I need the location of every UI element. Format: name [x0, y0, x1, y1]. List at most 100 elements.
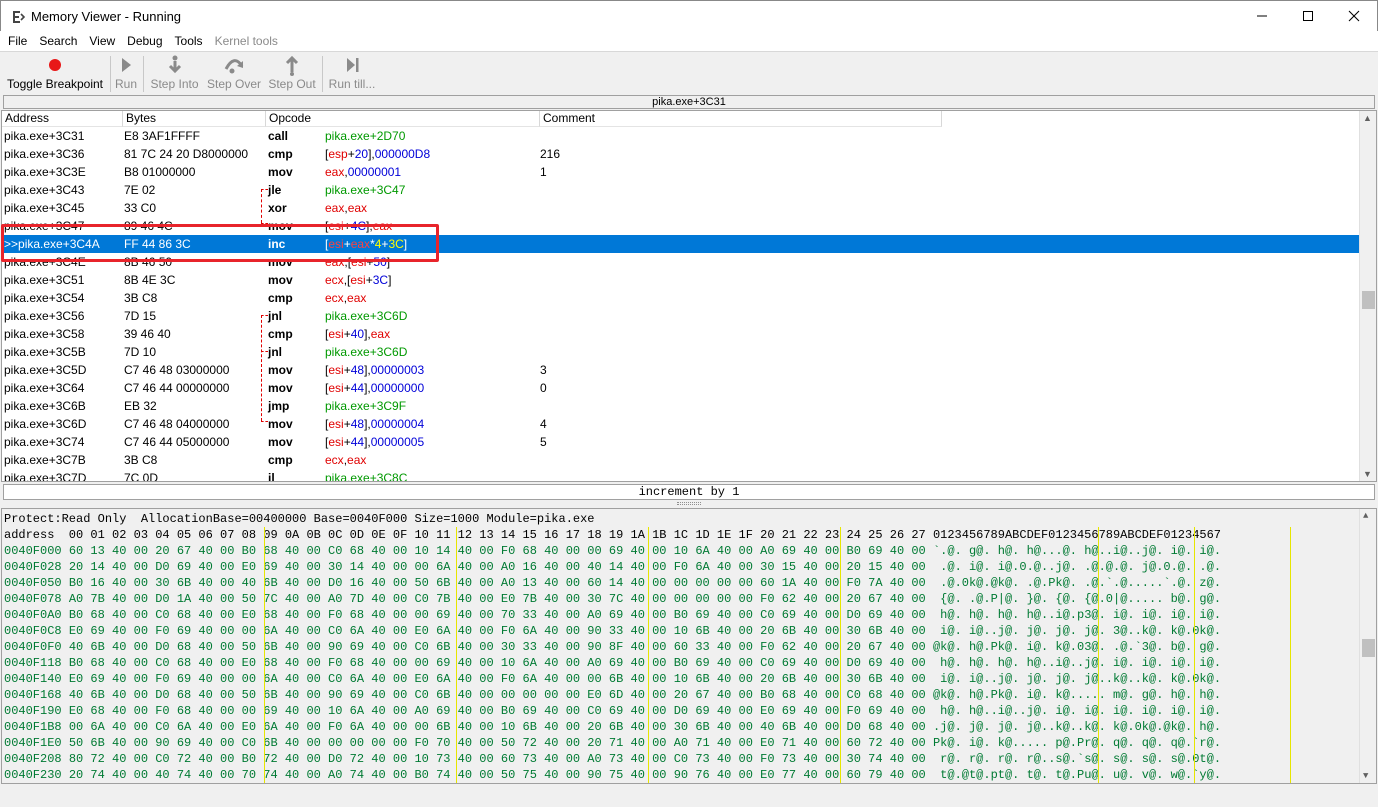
hex-row-bytes[interactable]: 40 6B 40 00 D0 68 40 00 50 6B 40 00 90 6…: [69, 640, 926, 654]
disassembler-row[interactable]: pika.exe+3C7D 7C 0D jl pika.exe+3C8C: [2, 469, 1360, 481]
menu-file[interactable]: File: [2, 32, 33, 50]
splitter-grip[interactable]: [677, 502, 701, 505]
hex-row-ascii[interactable]: `.@. g@. h@. h@...@. h@..i@..j@. i@. i@.: [933, 544, 1221, 558]
scroll-down-icon[interactable]: ▼: [1363, 469, 1372, 479]
disassembler-row[interactable]: pika.exe+3C36 81 7C 24 20 D8000000 cmp [esp…: [2, 145, 1360, 163]
run-till-button[interactable]: Run till...: [326, 54, 378, 94]
disassembler-row[interactable]: pika.exe+3C31 E8 3AF1FFFF call pika.exe+2D7…: [2, 127, 1360, 145]
toggle-breakpoint-button[interactable]: Toggle Breakpoint: [4, 54, 106, 94]
disassembler-row[interactable]: pika.exe+3C64 C7 46 44 00000000 mov [esi+44…: [2, 379, 1360, 397]
hex-row-bytes[interactable]: B0 16 40 00 30 6B 40 00 40 6B 40 00 D0 1…: [69, 576, 926, 590]
disassembler-row[interactable]: pika.exe+3C74 C7 46 44 05000000 mov [esi+44…: [2, 433, 1360, 451]
close-button[interactable]: [1331, 1, 1377, 31]
operand-token: eax: [347, 201, 368, 215]
disassembler-row[interactable]: pika.exe+3C3E B8 01000000 mov eax,00000001 1: [2, 163, 1360, 181]
hex-row-bytes[interactable]: 20 14 40 00 D0 69 40 00 E0 69 40 00 30 1…: [69, 560, 926, 574]
run-button[interactable]: Run: [113, 54, 139, 94]
run-till-label: Run till...: [328, 77, 376, 91]
hex-row-ascii[interactable]: h@. h@. h@. h@..i@..j@. i@. i@. i@. i@.: [933, 656, 1221, 670]
hex-row[interactable]: 0040F1B8 00 6A 40 00 C0 6A 40 00 E0 6A 4…: [4, 720, 1221, 736]
disassembler-row[interactable]: pika.exe+3C54 3B C8 cmp ecx,eax: [2, 289, 1360, 307]
hex-row-bytes[interactable]: E0 69 40 00 F0 69 40 00 00 6A 40 00 C0 6…: [69, 672, 926, 686]
hex-row-ascii[interactable]: r@. r@. r@. r@..s@.`s@. s@. s@. s@.0t@.: [933, 752, 1221, 766]
step-over-label: Step Over: [206, 77, 262, 91]
disassembler-scrollbar[interactable]: ▲ ▼: [1359, 111, 1376, 481]
row-bytes: 3B C8: [124, 291, 158, 305]
menu-tools[interactable]: Tools: [169, 32, 209, 50]
hex-row-bytes[interactable]: 20 74 40 00 40 74 40 00 70 74 40 00 A0 7…: [69, 768, 926, 782]
hex-row-ascii[interactable]: h@. h@. h@. h@..i@.p3@. i@. i@. i@. i@.: [933, 608, 1221, 622]
column-opcode[interactable]: Opcode: [266, 111, 540, 127]
row-address: pika.exe+3C43: [4, 183, 85, 197]
pane-splitter[interactable]: [0, 500, 1378, 508]
hex-row[interactable]: 0040F140 E0 69 40 00 F0 69 40 00 00 6A 4…: [4, 672, 1221, 688]
hex-row[interactable]: 0040F190 E0 68 40 00 F0 68 40 00 00 69 4…: [4, 704, 1221, 720]
hex-row[interactable]: 0040F168 40 6B 40 00 D0 68 40 00 50 6B 4…: [4, 688, 1221, 704]
hex-row-ascii[interactable]: @k@. h@.Pk@. i@. k@.03@. .@.`3@. b@. g@.: [933, 640, 1221, 654]
disassembler-row[interactable]: pika.exe+3C6D C7 46 48 04000000 mov [esi+48…: [2, 415, 1360, 433]
hex-row[interactable]: 0040F000 60 13 40 00 20 67 40 00 B0 68 4…: [4, 544, 1221, 560]
minimize-button[interactable]: [1239, 1, 1285, 31]
hex-row-ascii[interactable]: .@.0k@.@k@. .@.Pk@. .@.`.@.....`.@. z@.: [933, 576, 1221, 590]
disassembler-row[interactable]: pika.exe+3C7B 3B C8 cmp ecx,eax: [2, 451, 1360, 469]
hex-row-ascii[interactable]: h@. h@..i@..j@. i@. i@. i@. i@. i@. i@.: [933, 704, 1221, 718]
disassembler-row[interactable]: pika.exe+3C45 33 C0 xor eax,eax: [2, 199, 1360, 217]
hex-row[interactable]: 0040F0C8 E0 69 40 00 F0 69 40 00 00 6A 4…: [4, 624, 1221, 640]
hex-row[interactable]: 0040F078 A0 7B 40 00 D0 1A 40 00 50 7C 4…: [4, 592, 1221, 608]
menu-debug[interactable]: Debug: [121, 32, 168, 50]
hex-row-ascii[interactable]: Pk@. i@. k@..... p@.Pr@. q@. q@. q@.`r@.: [933, 736, 1221, 750]
scrollbar-thumb[interactable]: [1362, 639, 1375, 657]
hex-row-bytes[interactable]: A0 7B 40 00 D0 1A 40 00 50 7C 40 00 A0 7…: [69, 592, 926, 606]
hex-row-ascii[interactable]: t@.@t@.pt@. t@. t@.Pu@. u@. v@. w@.`y@.: [933, 768, 1221, 782]
hex-row-bytes[interactable]: 60 13 40 00 20 67 40 00 B0 68 40 00 C0 6…: [69, 544, 926, 558]
hex-row-ascii[interactable]: .@. i@. i@.0.@..j@. .@.@.@. j@.0.@. .@.: [933, 560, 1221, 574]
disassembler-row[interactable]: pika.exe+3C6B EB 32 jmp pika.exe+3C9F: [2, 397, 1360, 415]
hex-row[interactable]: 0040F230 20 74 40 00 40 74 40 00 70 74 4…: [4, 768, 1221, 783]
hex-row-ascii[interactable]: {@. .@.P|@. }@. {@. {@.0|@..... b@. g@.: [933, 592, 1221, 606]
hex-row-bytes[interactable]: E0 69 40 00 F0 69 40 00 00 6A 40 00 C0 6…: [69, 624, 926, 638]
hex-row-bytes[interactable]: E0 68 40 00 F0 68 40 00 00 69 40 00 10 6…: [69, 704, 926, 718]
hex-row-ascii[interactable]: .j@. j@. j@. j@..k@..k@. k@.0k@.@k@. h@.: [933, 720, 1221, 734]
hex-row[interactable]: 0040F028 20 14 40 00 D0 69 40 00 E0 69 4…: [4, 560, 1221, 576]
column-address[interactable]: Address: [2, 111, 123, 127]
hex-row-ascii[interactable]: i@. i@..j@. j@. j@. j@. 3@..k@. k@.0k@.: [933, 624, 1221, 638]
hex-row[interactable]: 0040F208 80 72 40 00 C0 72 40 00 B0 72 4…: [4, 752, 1221, 768]
menu-search[interactable]: Search: [33, 32, 83, 50]
scroll-down-icon[interactable]: ▼: [1363, 771, 1368, 781]
disassembler-row[interactable]: pika.exe+3C43 7E 02 jle pika.exe+3C47: [2, 181, 1360, 199]
hex-row-ascii[interactable]: @k@. h@.Pk@. i@. k@..... m@. g@. h@. h@.: [933, 688, 1221, 702]
hex-row[interactable]: 0040F0A0 B0 68 40 00 C0 68 40 00 E0 68 4…: [4, 608, 1221, 624]
row-opcode: mov: [268, 435, 293, 449]
disassembler-row[interactable]: pika.exe+3C5D C7 46 48 03000000 mov [esi+48…: [2, 361, 1360, 379]
step-over-button[interactable]: Step Over: [205, 54, 263, 94]
disassembler-view[interactable]: Address Bytes Opcode Comment pika.exe+3C…: [1, 110, 1377, 482]
hex-row-bytes[interactable]: 50 6B 40 00 90 69 40 00 C0 6B 40 00 00 0…: [69, 736, 926, 750]
hex-row[interactable]: 0040F050 B0 16 40 00 30 6B 40 00 40 6B 4…: [4, 576, 1221, 592]
hex-row-bytes[interactable]: 80 72 40 00 C0 72 40 00 B0 72 40 00 D0 7…: [69, 752, 926, 766]
hex-row[interactable]: 0040F1E0 50 6B 40 00 90 69 40 00 C0 6B 4…: [4, 736, 1221, 752]
menu-view[interactable]: View: [83, 32, 121, 50]
hex-row[interactable]: 0040F118 B0 68 40 00 C0 68 40 00 E0 68 4…: [4, 656, 1221, 672]
disassembler-row[interactable]: pika.exe+3C51 8B 4E 3C mov ecx,[esi+3C]: [2, 271, 1360, 289]
disassembler-row[interactable]: pika.exe+3C56 7D 15 jnl pika.exe+3C6D: [2, 307, 1360, 325]
hex-row[interactable]: 0040F0F0 40 6B 40 00 D0 68 40 00 50 6B 4…: [4, 640, 1221, 656]
disassembler-row[interactable]: pika.exe+3C58 39 46 40 cmp [esi+40],eax: [2, 325, 1360, 343]
hex-view[interactable]: Protect:Read Only AllocationBase=0040000…: [1, 508, 1377, 784]
step-into-button[interactable]: Step Into: [147, 54, 202, 94]
column-bytes[interactable]: Bytes: [123, 111, 266, 127]
hex-row-bytes[interactable]: 40 6B 40 00 D0 68 40 00 50 6B 40 00 90 6…: [69, 688, 926, 702]
scroll-up-icon[interactable]: ▲: [1363, 511, 1368, 521]
hex-row-ascii[interactable]: i@. i@..j@. j@. j@. j@..k@..k@. k@.0k@.: [933, 672, 1221, 686]
scrollbar-thumb[interactable]: [1362, 291, 1375, 309]
operand-token: pika.exe+3C9F: [325, 399, 407, 413]
step-out-button[interactable]: Step Out: [266, 54, 318, 94]
hex-row-bytes[interactable]: B0 68 40 00 C0 68 40 00 E0 68 40 00 F0 6…: [69, 656, 926, 670]
disassembler-row[interactable]: pika.exe+3C5B 7D 10 jnl pika.exe+3C6D: [2, 343, 1360, 361]
scroll-up-icon[interactable]: ▲: [1363, 113, 1372, 123]
maximize-button[interactable]: [1285, 1, 1331, 31]
menu-kernel-tools[interactable]: Kernel tools: [209, 32, 284, 50]
hex-row-bytes[interactable]: 00 6A 40 00 C0 6A 40 00 E0 6A 40 00 F0 6…: [69, 720, 926, 734]
hex-row-bytes[interactable]: B0 68 40 00 C0 68 40 00 E0 68 40 00 F0 6…: [69, 608, 926, 622]
column-comment[interactable]: Comment: [540, 111, 942, 127]
hex-scrollbar[interactable]: ▲ ▼: [1359, 509, 1376, 783]
